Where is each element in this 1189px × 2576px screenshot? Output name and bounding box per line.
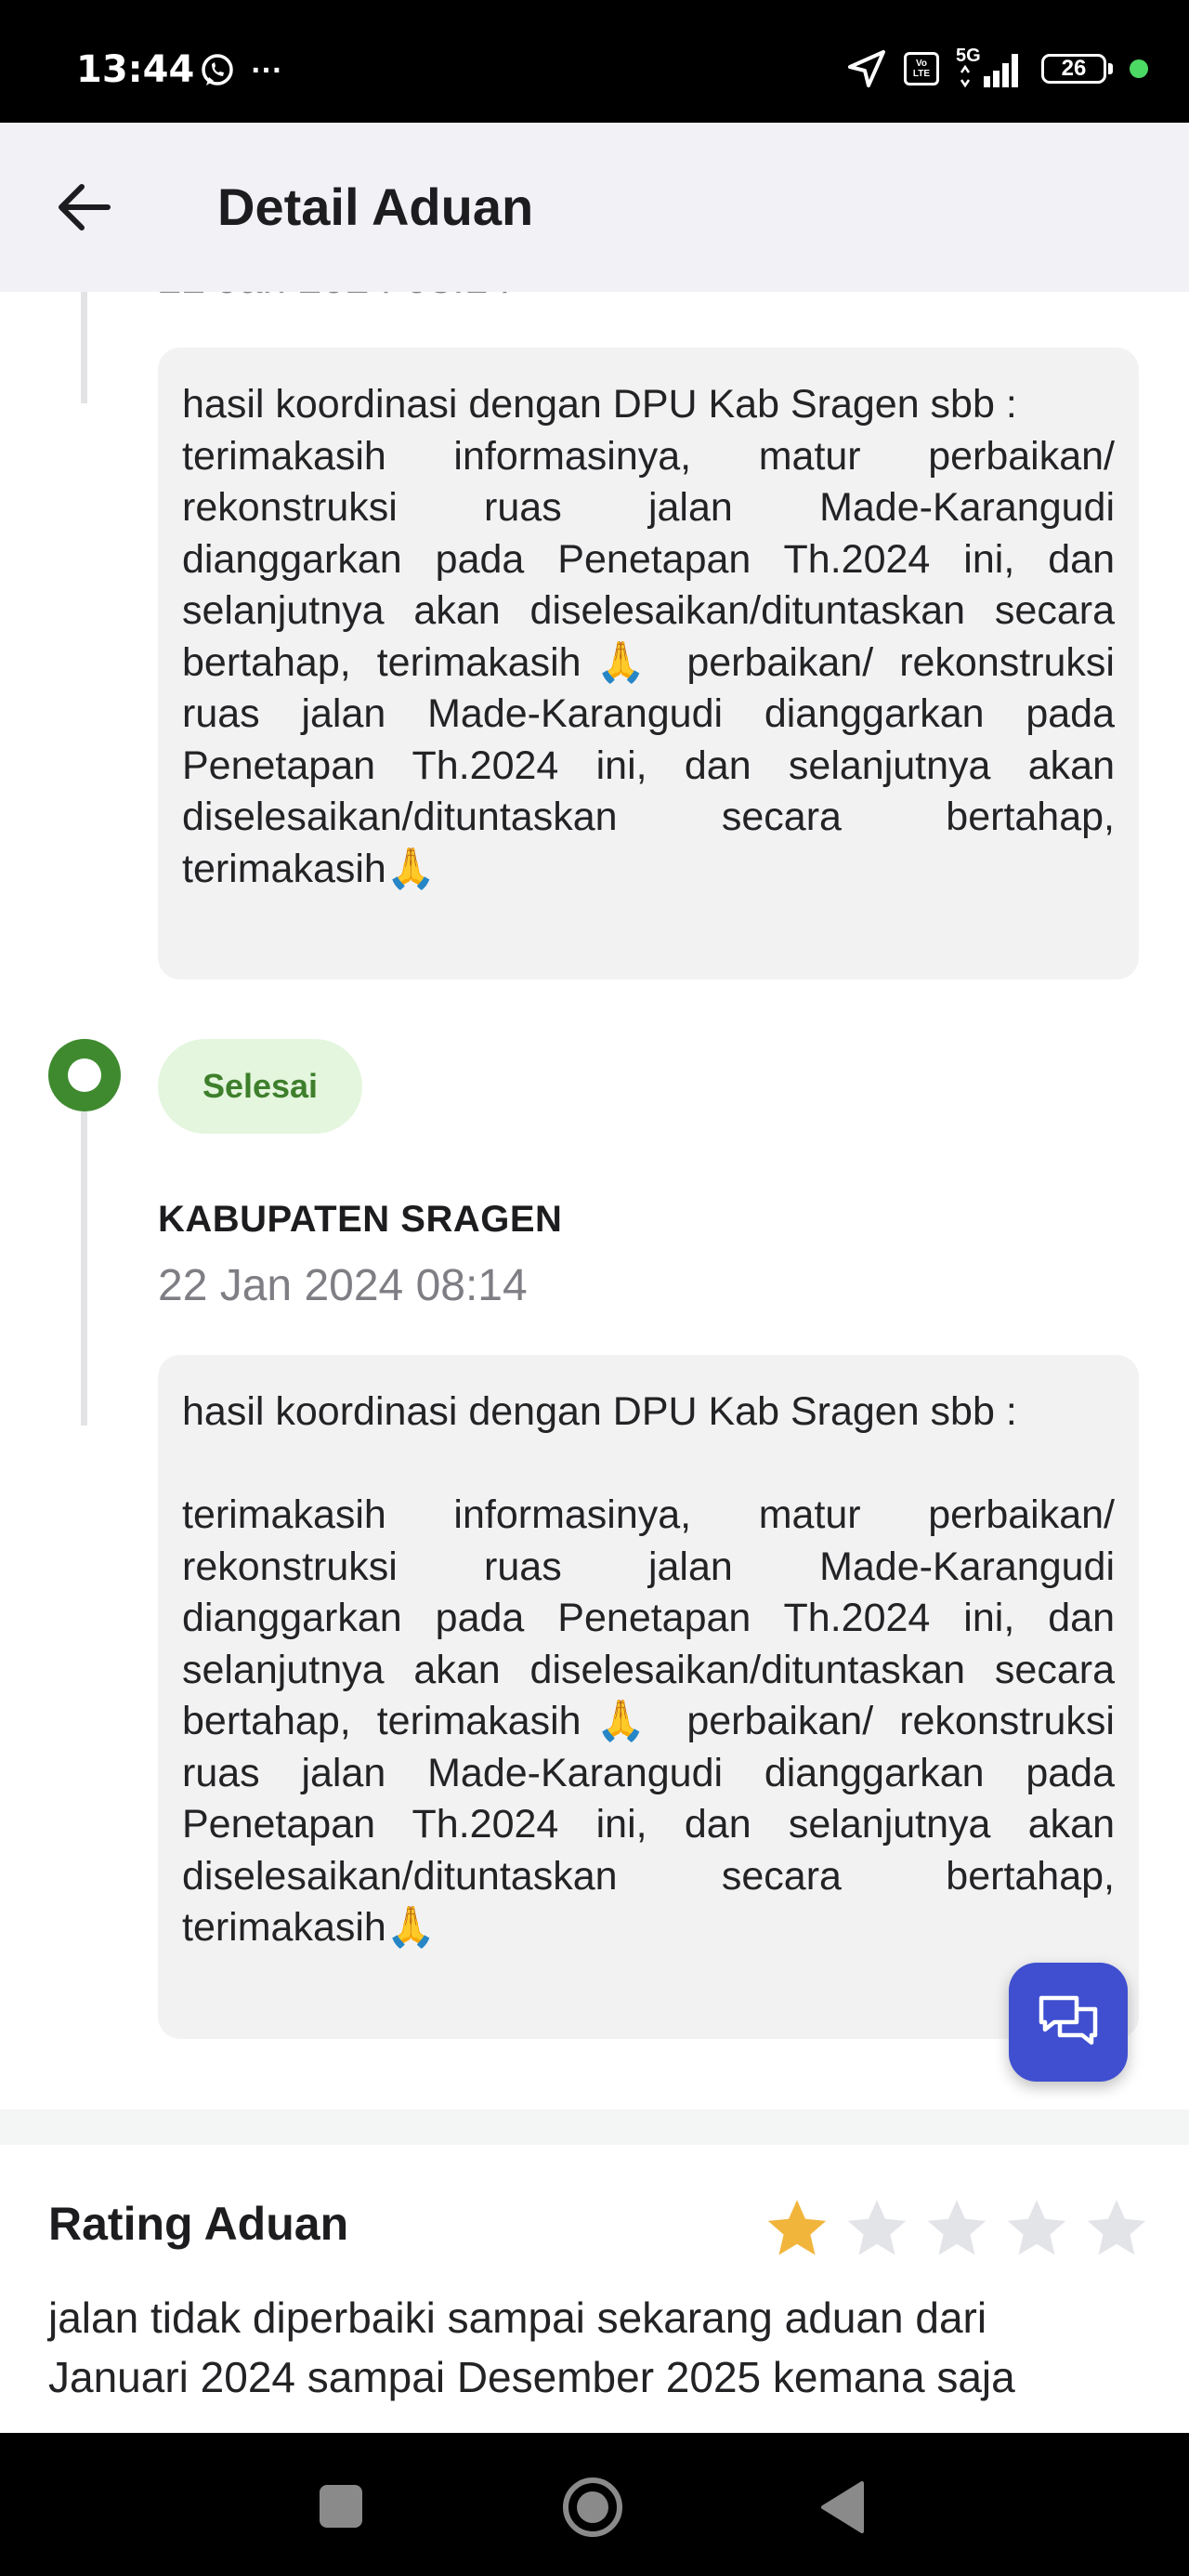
- star-empty-icon[interactable]: [923, 2195, 990, 2262]
- star-empty-icon[interactable]: [1083, 2195, 1150, 2262]
- app-bar: Detail Aduan: [0, 123, 1189, 292]
- status-bar: 13:44 ··· Vo LTE 5G 26: [0, 0, 1189, 123]
- chat-button[interactable]: [1009, 1963, 1128, 2082]
- rating-comment: jalan tidak diperbaiki sampai sekarang a…: [48, 2293, 1015, 2401]
- home-button[interactable]: [555, 2470, 630, 2544]
- status-badge: Selesai: [158, 1039, 362, 1134]
- battery-icon: 26: [1041, 54, 1113, 84]
- whatsapp-icon: [202, 54, 233, 85]
- location-arrow-icon: [848, 50, 885, 87]
- status-left-icons: ···: [199, 52, 282, 89]
- timeline-line: [81, 292, 87, 403]
- rating-stars: [764, 2195, 1150, 2262]
- star-empty-icon[interactable]: [843, 2195, 910, 2262]
- page-title: Detail Aduan: [217, 177, 534, 236]
- recent-apps-button[interactable]: [305, 2470, 379, 2544]
- signal-icon: 5G: [956, 46, 1025, 89]
- star-empty-icon[interactable]: [1003, 2195, 1070, 2262]
- system-nav-bar: [0, 2433, 1189, 2576]
- home-circle-icon: [563, 2477, 622, 2537]
- status-time: 13:44: [76, 48, 195, 91]
- volte-icon: Vo LTE: [904, 52, 939, 85]
- star-filled-icon[interactable]: [764, 2195, 830, 2262]
- complaint-timeline[interactable]: 22 Jan 2024 08:14 hasil koordinasi denga…: [0, 292, 1189, 2433]
- recent-apps-square-icon: [320, 2485, 362, 2528]
- status-right-icons: Vo LTE 5G 26: [846, 46, 1148, 89]
- back-nav-button[interactable]: [808, 2470, 882, 2544]
- entry-author: KABUPATEN SRAGEN: [158, 1199, 563, 1240]
- back-triangle-icon: [821, 2481, 864, 2533]
- timeline-line: [81, 1111, 87, 1426]
- current-message-box: hasil koordinasi dengan DPU Kab Sragen s…: [158, 1355, 1139, 2039]
- previous-message-box: hasil koordinasi dengan DPU Kab Sragen s…: [158, 348, 1139, 979]
- previous-entry-date: 22 Jan 2024 08:14: [158, 292, 512, 303]
- back-button[interactable]: [52, 175, 117, 240]
- previous-message-text: hasil koordinasi dengan DPU Kab Sragen s…: [182, 382, 1115, 891]
- entry-date: 22 Jan 2024 08:14: [158, 1261, 528, 1310]
- arrow-left-icon: [59, 184, 111, 230]
- current-message-text: hasil koordinasi dengan DPU Kab Sragen s…: [182, 1389, 1115, 1950]
- section-divider: [0, 2109, 1189, 2145]
- timeline-node-icon: [48, 1039, 121, 1111]
- dot-icon: [1130, 59, 1148, 78]
- chat-bubbles-icon: [1039, 1995, 1098, 2045]
- rating-title: Rating Aduan: [48, 2198, 349, 2250]
- more-dots-icon: ···: [251, 52, 283, 88]
